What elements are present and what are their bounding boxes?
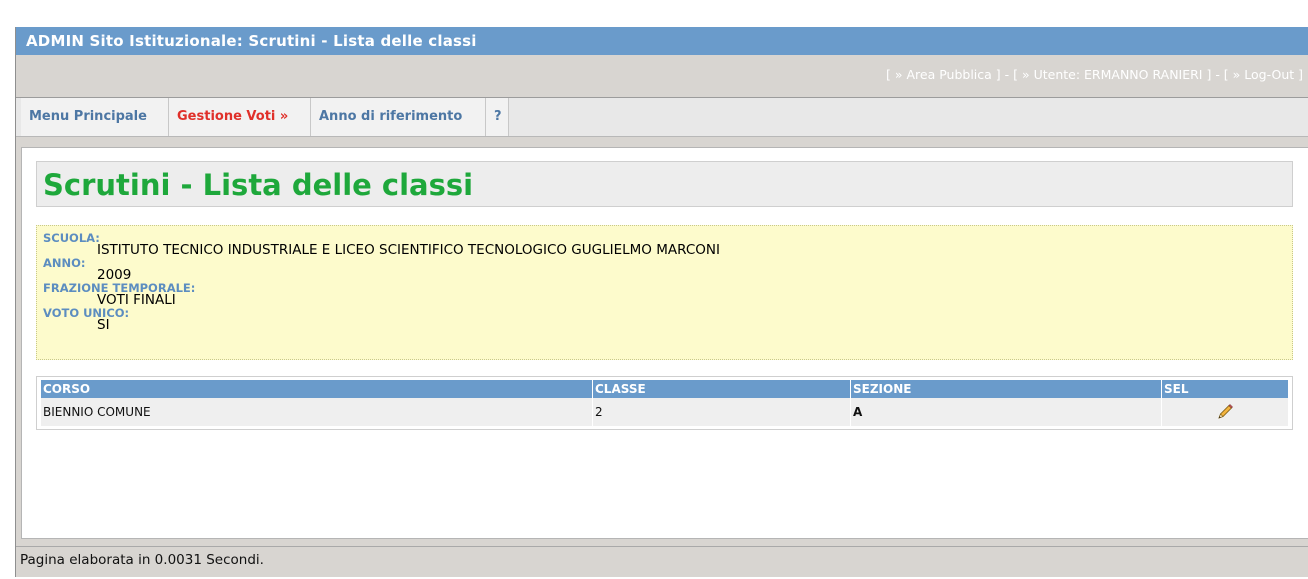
bracket-text: [: [885, 67, 895, 82]
area-pubblica-link[interactable]: » Area Pubblica: [895, 67, 992, 82]
menu-item-gestione-voti[interactable]: Gestione Voti »: [169, 98, 311, 136]
voto-unico-label: VOTO UNICO:: [43, 306, 130, 320]
table-row: BIENNIO COMUNE 2 A: [41, 398, 1289, 426]
frazione-value: VOTI FINALI: [97, 292, 176, 308]
table-header-row: CORSO CLASSE SEZIONE SEL: [41, 380, 1289, 398]
bracket-text: ]: [1294, 67, 1303, 82]
scuola-value: ISTITUTO TECNICO INDUSTRIALE E LICEO SCI…: [97, 242, 720, 258]
menu-item-menu-principale[interactable]: Menu Principale: [21, 98, 169, 136]
top-links: [ » Area Pubblica ] - [ » Utente: ERMANN…: [886, 67, 1303, 82]
column-header-sel: SEL: [1161, 380, 1289, 398]
status-bar: Pagina elaborata in 0.0031 Secondi.: [16, 546, 1308, 572]
utente-link[interactable]: » Utente: ERMANNO RANIERI: [1022, 67, 1203, 82]
window-title: ADMIN Sito Istituzionale: Scrutini - Lis…: [16, 27, 1308, 55]
info-box: SCUOLA: ISTITUTO TECNICO INDUSTRIALE E L…: [36, 225, 1293, 360]
cell-classe: 2: [592, 398, 851, 426]
cell-sel: [1161, 398, 1289, 426]
pencil-icon[interactable]: [1216, 403, 1234, 421]
cell-sezione: A: [850, 398, 1162, 426]
voto-unico-value: SI: [97, 317, 110, 333]
main-menu: Menu Principale Gestione Voti » Anno di …: [16, 97, 1308, 137]
app-frame: ADMIN Sito Istituzionale: Scrutini - Lis…: [15, 27, 1308, 577]
logout-link[interactable]: » Log-Out: [1233, 67, 1294, 82]
separator-text: ] - [: [991, 67, 1022, 82]
column-header-classe: CLASSE: [592, 380, 851, 398]
column-header-sezione: SEZIONE: [850, 380, 1162, 398]
menu-item-anno-riferimento[interactable]: Anno di riferimento: [311, 98, 486, 136]
anno-label: ANNO:: [43, 256, 86, 270]
frazione-label: FRAZIONE TEMPORALE:: [43, 281, 196, 295]
classes-grid: CORSO CLASSE SEZIONE SEL BIENNIO COMUNE …: [36, 376, 1293, 430]
main-content: Scrutini - Lista delle classi SCUOLA: IS…: [21, 147, 1308, 539]
page-title: Scrutini - Lista delle classi: [36, 161, 1293, 207]
column-header-corso: CORSO: [41, 380, 593, 398]
separator-text: ] - [: [1202, 67, 1233, 82]
cell-corso: BIENNIO COMUNE: [41, 398, 593, 426]
menu-item-help[interactable]: ?: [486, 98, 509, 136]
classes-table: CORSO CLASSE SEZIONE SEL BIENNIO COMUNE …: [41, 380, 1289, 426]
anno-value: 2009: [97, 267, 132, 283]
